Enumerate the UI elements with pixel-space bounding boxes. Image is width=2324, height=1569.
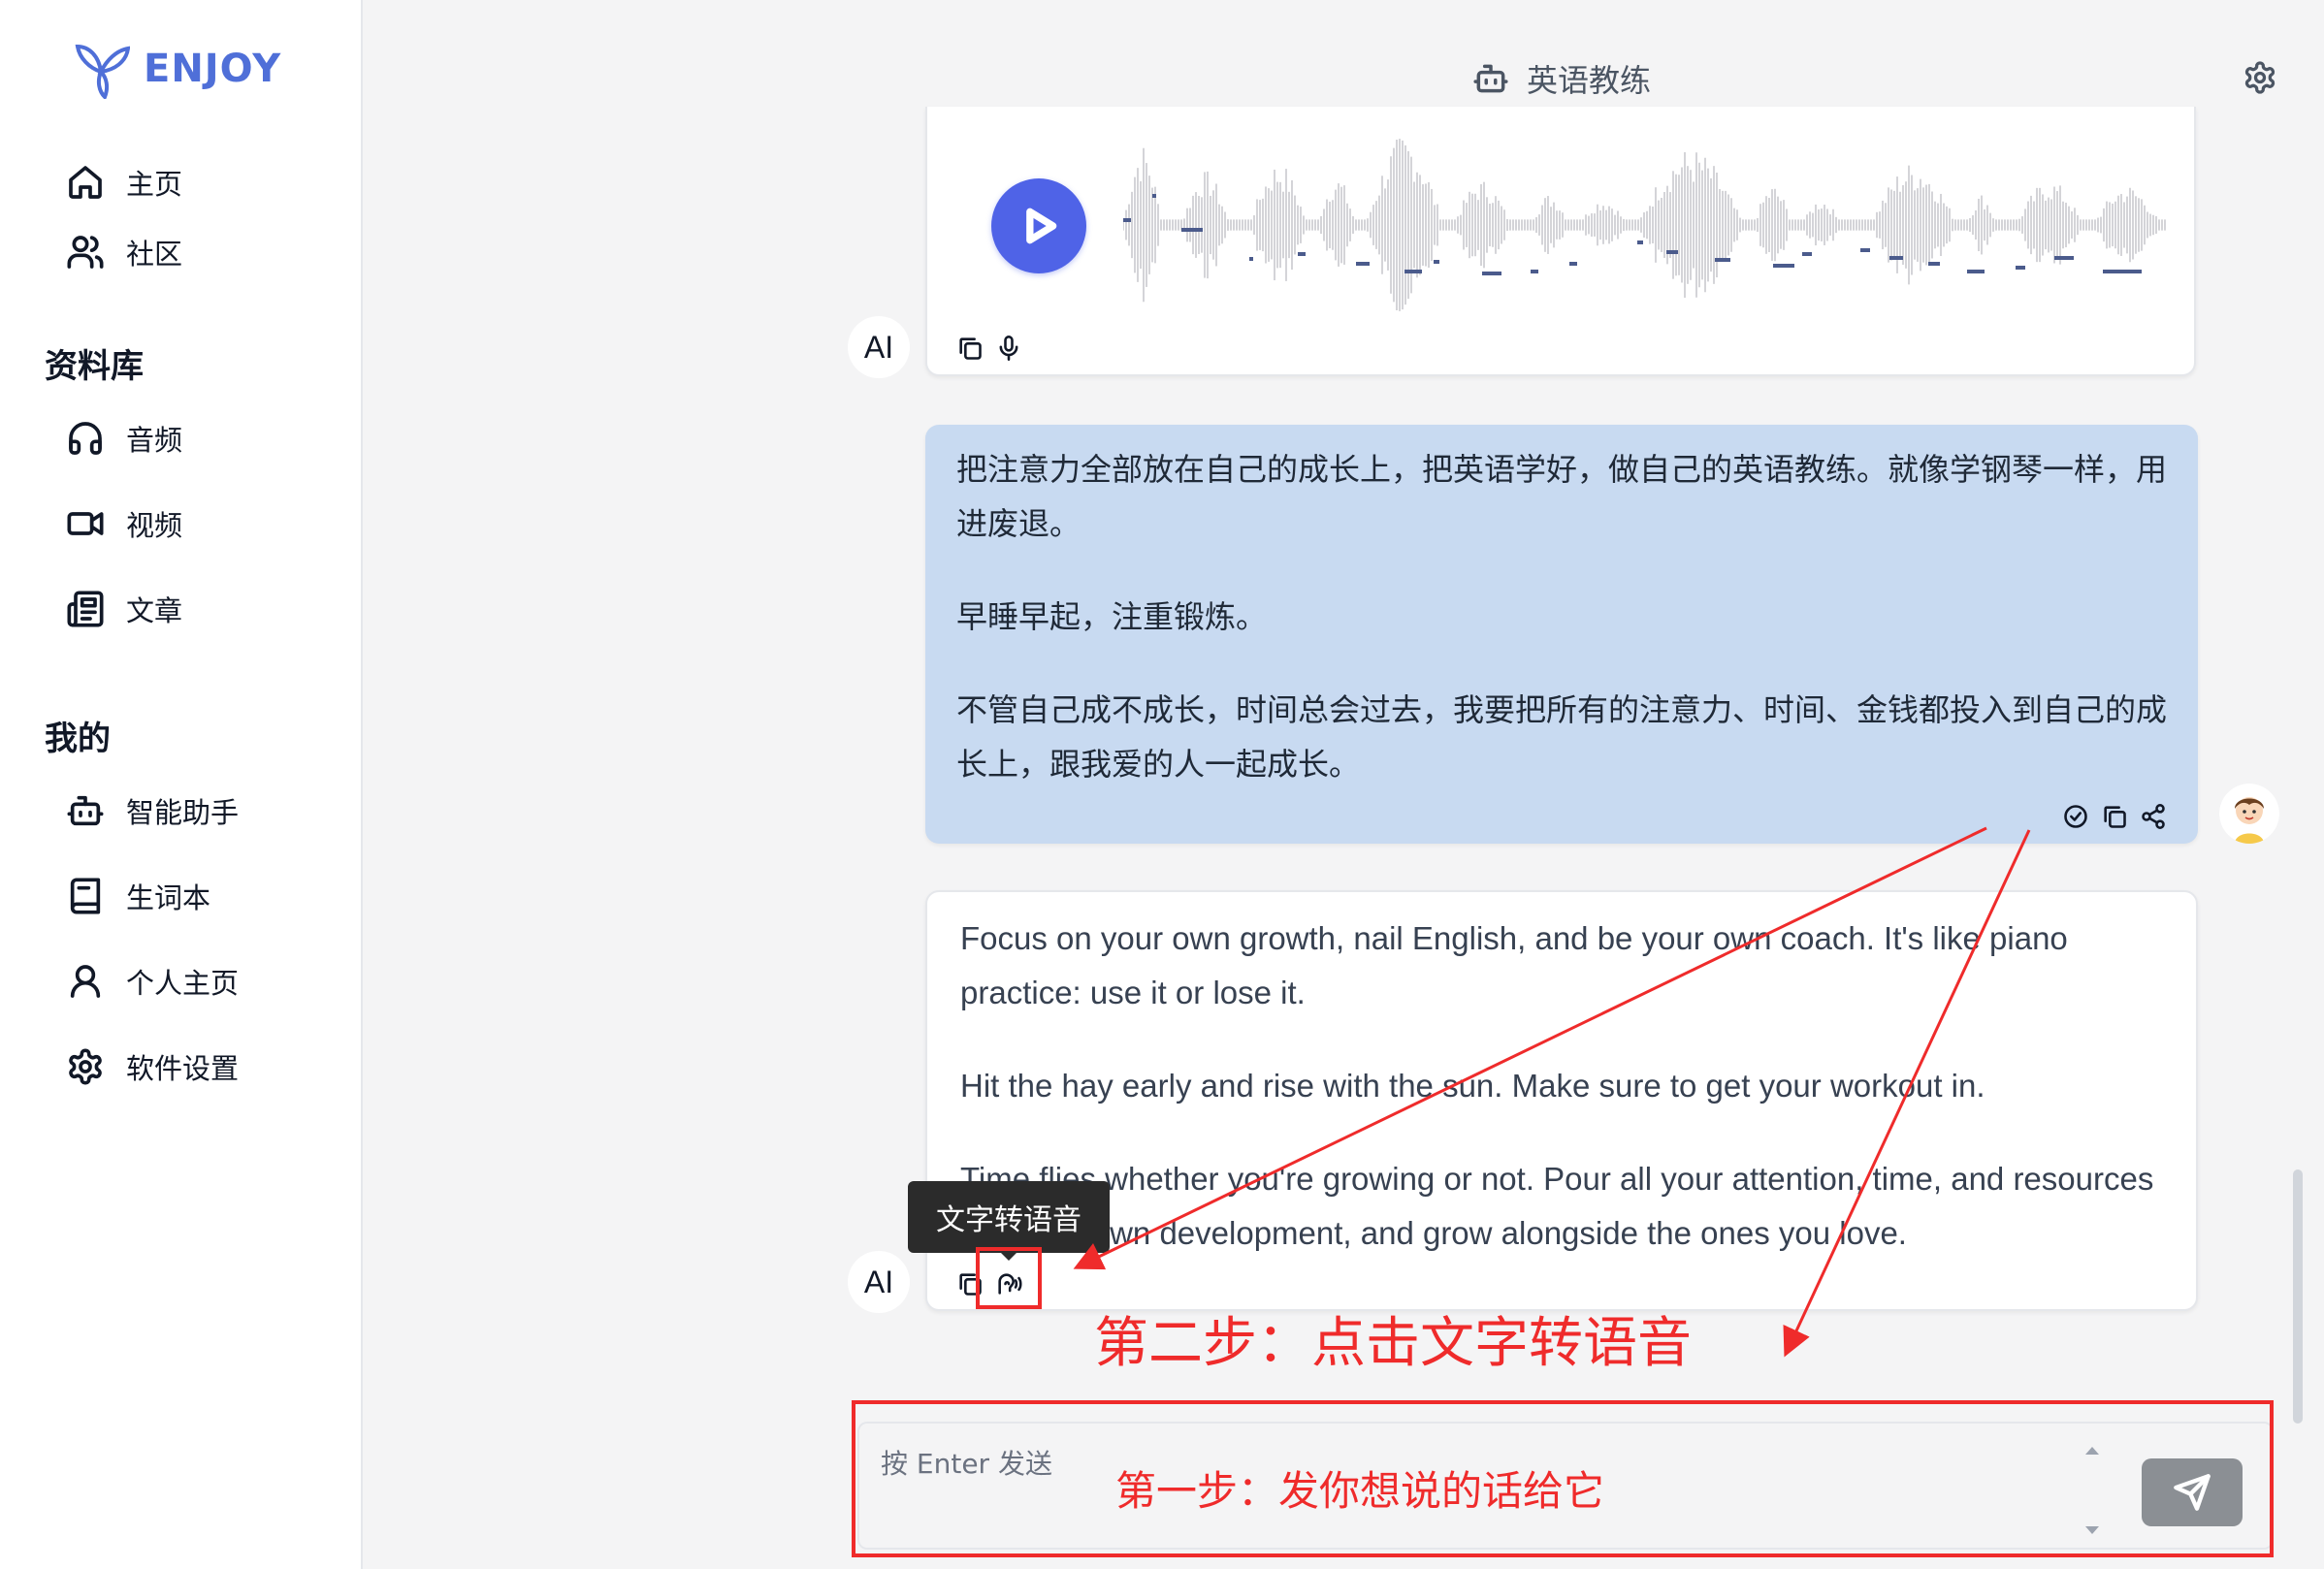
pitch-segment: [2016, 266, 2025, 270]
pitch-segment: [1928, 262, 1940, 266]
nav-item-community[interactable]: 社区: [66, 225, 182, 279]
copy-button[interactable]: [2101, 803, 2128, 830]
gear-icon: [2244, 61, 2276, 94]
notebook-icon: [70, 878, 101, 914]
user-message-bubble: 把注意力全部放在自己的成长上，把英语学好，做自己的英语教练。就像学钢琴一样，用进…: [925, 425, 2198, 844]
users-icon: [67, 236, 104, 269]
nav-item-label: 软件设置: [126, 1052, 240, 1085]
message-paragraph: Focus on your own growth, nail English, …: [960, 920, 2068, 1010]
pitch-segment: [1715, 258, 1730, 262]
chat-scrollbar[interactable]: [2293, 1169, 2303, 1424]
nav-item-label: 视频: [126, 509, 183, 542]
tts-tooltip: 文字转语音: [908, 1181, 1110, 1253]
pitch-segment: [1123, 218, 1131, 222]
audio-waveform[interactable]: [1123, 128, 2167, 322]
play-icon: [1026, 208, 1057, 244]
ai-reply-card: Focus on your own growth, nail English, …: [925, 890, 2198, 1311]
message-paragraph: 早睡早起，注重锻炼。: [956, 598, 1268, 635]
pitch-segment: [1356, 262, 1370, 266]
app-logo[interactable]: ENJOY: [74, 39, 281, 99]
step2-annotation: 第二步：点击文字转语音: [1094, 1312, 1692, 1375]
record-button[interactable]: [995, 335, 1022, 362]
nav-item-label: 个人主页: [126, 967, 240, 1000]
nav-item-assistant[interactable]: 智能助手: [66, 784, 239, 838]
pitch-segment: [1482, 272, 1501, 275]
ai-reply-text: Focus on your own growth, nail English, …: [960, 912, 2173, 1261]
pitch-segment: [1404, 270, 1422, 273]
pitch-segment: [1249, 257, 1253, 261]
user-avatar-icon: [2219, 784, 2279, 844]
bot-icon: [67, 795, 104, 826]
pitch-segment: [1569, 262, 1577, 266]
tts-highlight-box: [976, 1247, 1042, 1309]
logo-text: ENJOY: [144, 47, 282, 91]
nav-item-audio[interactable]: 音频: [66, 411, 182, 465]
play-button[interactable]: [991, 178, 1086, 273]
pitch-segment: [1773, 264, 1794, 268]
mic-icon: [999, 336, 1018, 361]
gear-icon: [69, 1048, 102, 1085]
user-message-text: 把注意力全部放在自己的成长上，把英语学好，做自己的英语教练。就像学钢琴一样，用进…: [956, 442, 2169, 791]
pitch-segment: [1860, 248, 1870, 252]
ai-avatar: AI: [848, 1251, 910, 1313]
pitch-segment: [1967, 270, 1985, 273]
copy-icon: [959, 337, 982, 360]
pitch-segment: [1666, 250, 1678, 254]
nav-item-vocabulary[interactable]: 生词本: [66, 869, 210, 923]
chat-settings-button[interactable]: [2243, 60, 2277, 95]
message-paragraph: 把注意力全部放在自己的成长上，把英语学好，做自己的英语教练。就像学钢琴一样，用进…: [956, 451, 2168, 542]
newspaper-icon: [67, 591, 104, 627]
nav-item-article[interactable]: 文章: [66, 582, 182, 636]
chat-header: 英语教练: [1472, 56, 1651, 101]
copy-icon: [2104, 806, 2126, 828]
pitch-segment: [1889, 256, 1903, 260]
check-button[interactable]: [2062, 803, 2089, 830]
nav-item-settings[interactable]: 软件设置: [66, 1040, 239, 1094]
pitch-segment: [1181, 228, 1203, 232]
nav-item-video[interactable]: 视频: [66, 496, 182, 551]
share-icon: [2142, 804, 2165, 829]
pitch-segment: [1802, 252, 1812, 256]
page-title: 英语教练: [1527, 62, 1652, 99]
nav-item-label: 智能助手: [126, 796, 240, 829]
nav-item-label: 生词本: [126, 881, 211, 914]
copy-button[interactable]: [956, 335, 984, 362]
section-title-library: 资料库: [45, 347, 144, 386]
nav-item-label: 社区: [126, 238, 183, 271]
pitch-segment: [1531, 270, 1538, 273]
pitch-segment: [1298, 252, 1306, 256]
message-paragraph: Hit the hay early and rise with the sun.…: [960, 1068, 1985, 1104]
bot-icon: [1473, 64, 1508, 93]
pitch-segment: [2054, 256, 2074, 260]
message-paragraph: Time flies whether you're growing or not…: [960, 1161, 2154, 1251]
pitch-segment: [1152, 194, 1156, 198]
nav-item-profile[interactable]: 个人主页: [66, 954, 239, 1009]
ai-avatar: AI: [848, 316, 910, 378]
nav-item-label: 文章: [126, 594, 183, 627]
logo-icon: [75, 44, 130, 99]
headphones-icon: [69, 422, 102, 455]
user-icon: [70, 965, 101, 998]
pitch-segment: [1637, 240, 1643, 244]
nav-item-home[interactable]: 主页: [66, 155, 182, 209]
pitch-segment: [1434, 260, 1439, 264]
message-paragraph: 不管自己成不成长，时间总会过去，我要把所有的注意力、时间、金钱都投入到自己的成长…: [956, 691, 2168, 783]
check-circle-icon: [2064, 805, 2087, 828]
video-icon: [67, 512, 104, 535]
nav-item-label: 主页: [126, 168, 183, 201]
pitch-segment: [2103, 270, 2142, 273]
section-title-mine: 我的: [45, 720, 111, 758]
share-button[interactable]: [2140, 803, 2167, 830]
home-icon: [69, 166, 102, 199]
user-avatar[interactable]: [2219, 784, 2279, 844]
nav-item-label: 音频: [126, 424, 183, 457]
sidebar: ENJOY 主页 社区 资料库 音频 视频 文章 我的 智能助手 生词本 个人主…: [0, 0, 363, 1569]
step1-annotation: 第一步：发你想说的话给它: [1115, 1467, 1605, 1515]
